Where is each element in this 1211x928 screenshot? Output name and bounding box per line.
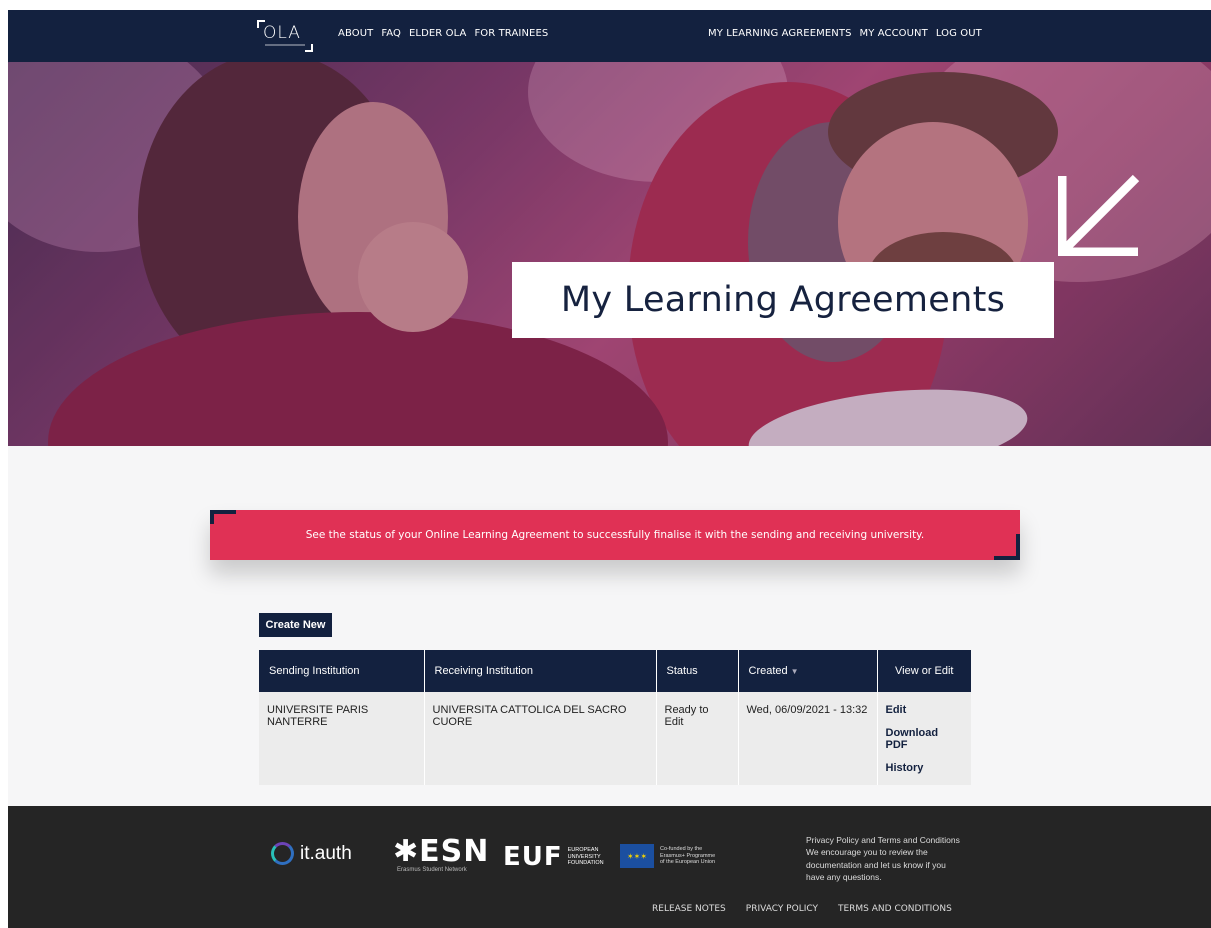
ola-logo[interactable]: OLA bbox=[257, 20, 313, 52]
footer-note-line: have any questions. bbox=[806, 871, 882, 882]
nav-log-out[interactable]: LOG OUT bbox=[936, 28, 982, 39]
logo-tagline bbox=[265, 44, 305, 46]
footer-note-line: We encourage you to review the bbox=[806, 847, 928, 858]
logo-text: OLA bbox=[263, 23, 301, 43]
nav-for-trainees[interactable]: FOR TRAINEES bbox=[474, 28, 548, 39]
col-sending-institution: Sending Institution bbox=[259, 650, 425, 692]
itauth-logo[interactable]: it.auth bbox=[271, 842, 352, 865]
sort-down-icon[interactable]: ▼ bbox=[791, 667, 799, 676]
footer-terms-and-conditions[interactable]: TERMS AND CONDITIONS bbox=[838, 904, 952, 914]
banner-corner-tl bbox=[210, 510, 236, 524]
euf-logo-subtext: EUROPEAN UNIVERSITY FOUNDATION bbox=[567, 847, 604, 867]
footer: it.auth ✱ESN Erasmus Student Network EUF… bbox=[8, 806, 1211, 928]
footer-release-notes[interactable]: RELEASE NOTES bbox=[652, 904, 726, 914]
footer-privacy-policy[interactable]: PRIVACY POLICY bbox=[746, 904, 818, 914]
esn-logo-text: ✱ESN bbox=[393, 834, 490, 869]
col-created-label[interactable]: Created bbox=[749, 665, 788, 677]
logo-corner-br bbox=[305, 44, 313, 52]
euf-logo[interactable]: EUF EUROPEAN UNIVERSITY FOUNDATION bbox=[503, 844, 604, 870]
table-row: UNIVERSITE PARIS NANTERRE UNIVERSITA CAT… bbox=[259, 692, 971, 785]
nav-my-learning-agreements[interactable]: MY LEARNING AGREEMENTS bbox=[708, 28, 852, 39]
nav-left-links: ABOUT FAQ ELDER OLA FOR TRAINEES bbox=[338, 28, 548, 39]
col-receiving-institution: Receiving Institution bbox=[424, 650, 657, 692]
cell-created: Wed, 06/09/2021 - 13:32 bbox=[738, 692, 878, 785]
esn-star-icon: ✱ bbox=[393, 834, 420, 869]
table-header-row: Sending Institution Receiving Institutio… bbox=[259, 650, 971, 692]
nav-elder-ola[interactable]: ELDER OLA bbox=[409, 28, 466, 39]
banner-corner-br bbox=[994, 534, 1020, 560]
col-created[interactable]: Created ▼ bbox=[738, 650, 878, 692]
create-new-button[interactable]: Create New bbox=[259, 613, 332, 637]
euf-logo-text: EUF bbox=[503, 842, 563, 872]
col-status: Status bbox=[656, 650, 739, 692]
footer-links: RELEASE NOTES PRIVACY POLICY TERMS AND C… bbox=[652, 904, 952, 914]
cell-receiving: UNIVERSITA CATTOLICA DEL SACRO CUORE bbox=[424, 692, 657, 785]
cell-actions: Edit Download PDF History bbox=[877, 692, 971, 785]
itauth-circle-icon bbox=[271, 842, 294, 865]
itauth-logo-text: it.auth bbox=[300, 842, 352, 864]
cell-sending: UNIVERSITE PARIS NANTERRE bbox=[259, 692, 425, 785]
eu-logo-subtext: Co-funded by the Erasmus+ Programme of t… bbox=[660, 845, 716, 866]
history-link[interactable]: History bbox=[886, 762, 964, 774]
nav-right-links: MY LEARNING AGREEMENTS MY ACCOUNT LOG OU… bbox=[708, 28, 982, 39]
download-pdf-link[interactable]: Download PDF bbox=[886, 727, 964, 751]
edit-link[interactable]: Edit bbox=[886, 704, 964, 716]
nav-faq[interactable]: FAQ bbox=[381, 28, 401, 39]
esn-logo[interactable]: ✱ESN Erasmus Student Network bbox=[393, 834, 489, 873]
page-title-box: My Learning Agreements bbox=[512, 262, 1054, 338]
info-banner: See the status of your Online Learning A… bbox=[210, 510, 1020, 560]
col-view-or-edit: View or Edit bbox=[877, 650, 971, 692]
arrow-down-left-icon bbox=[1058, 174, 1140, 256]
hero-overlay bbox=[8, 62, 1211, 446]
footer-note-line: Privacy Policy and Terms and Conditions bbox=[806, 835, 960, 845]
page: OLA ABOUT FAQ ELDER OLA FOR TRAINEES MY … bbox=[8, 10, 1211, 928]
eu-flag-icon: ✶✶✶ bbox=[620, 844, 654, 868]
info-banner-text: See the status of your Online Learning A… bbox=[305, 529, 925, 541]
eu-erasmus-logo[interactable]: ✶✶✶ Co-funded by the Erasmus+ Programme … bbox=[620, 844, 715, 868]
footer-note: Privacy Policy and Terms and Conditions … bbox=[806, 834, 976, 883]
page-title: My Learning Agreements bbox=[560, 280, 1006, 320]
nav-my-account[interactable]: MY ACCOUNT bbox=[860, 28, 928, 39]
nav-about[interactable]: ABOUT bbox=[338, 28, 373, 39]
agreements-table: Sending Institution Receiving Institutio… bbox=[259, 650, 971, 785]
cell-status: Ready to Edit bbox=[656, 692, 739, 785]
footer-note-line: documentation and let us know if you bbox=[806, 859, 946, 870]
hero-banner: My Learning Agreements bbox=[8, 62, 1211, 446]
top-nav: OLA ABOUT FAQ ELDER OLA FOR TRAINEES MY … bbox=[8, 10, 1211, 62]
